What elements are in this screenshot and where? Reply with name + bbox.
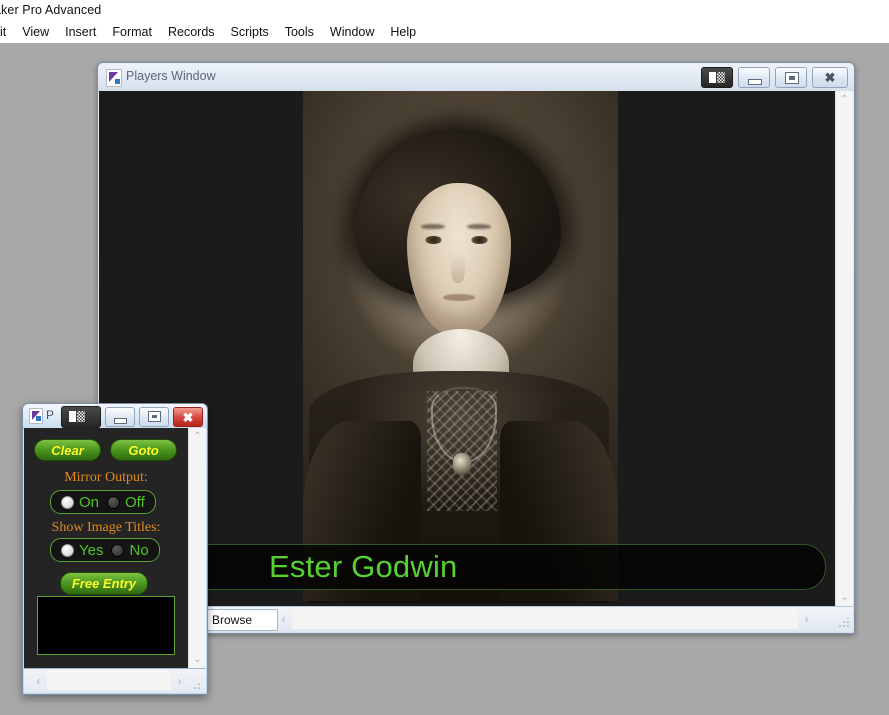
players-horizontal-scrollbar[interactable]: [292, 609, 798, 629]
restore-dual-button[interactable]: [701, 67, 733, 88]
menu-item-edit[interactable]: it: [0, 23, 14, 42]
minimize-button[interactable]: [105, 407, 135, 427]
players-window[interactable]: Players Window ✖ Ester Godwin ⌃ ⌄ Browse…: [97, 62, 855, 634]
free-entry-button[interactable]: Free Entry: [60, 572, 148, 595]
app-titlebar: aker Pro Advanced: [0, 0, 889, 21]
menu-items: it View Insert Format Records Scripts To…: [0, 21, 424, 43]
photo-eye-left: [425, 236, 442, 244]
photo-brow-left: [421, 224, 445, 229]
control-status-bar: ‹ ›: [24, 668, 206, 693]
hscroll-right-icon[interactable]: ›: [171, 671, 188, 690]
menu-item-format[interactable]: Format: [104, 23, 160, 42]
minimize-icon: [114, 418, 127, 424]
control-horizontal-scrollbar[interactable]: [47, 671, 171, 690]
filemaker-document-icon: [29, 408, 43, 424]
portrait-photo: [303, 91, 618, 603]
control-window-titlebar[interactable]: P ✖: [23, 404, 207, 429]
control-window[interactable]: P ✖ Clear Goto Mirror Output: On Off Sho…: [22, 403, 208, 695]
restore-dual-icon: [69, 411, 85, 422]
photo-eye-right: [471, 236, 488, 244]
mode-selector[interactable]: Browse: [206, 609, 278, 631]
control-window-controls: ✖: [61, 406, 203, 429]
photo-mouth: [443, 294, 475, 301]
maximize-button[interactable]: [775, 67, 807, 88]
menu-item-window[interactable]: Window: [322, 23, 382, 42]
players-window-title: Players Window: [126, 69, 216, 83]
scroll-down-icon[interactable]: ⌄: [836, 589, 853, 606]
hscroll-left-icon[interactable]: ‹: [275, 609, 292, 629]
close-icon: ✖: [182, 409, 194, 425]
resize-grip[interactable]: [193, 680, 203, 690]
players-window-titlebar[interactable]: Players Window ✖: [98, 63, 854, 92]
mirror-output-off-label: Off: [125, 493, 145, 511]
menu-item-view[interactable]: View: [14, 23, 57, 42]
hscroll-left-icon[interactable]: ‹: [30, 671, 47, 690]
players-content-area: Ester Godwin: [99, 91, 835, 606]
resize-grip[interactable]: [838, 618, 849, 629]
control-window-title: P: [46, 408, 55, 422]
app-title: aker Pro Advanced: [0, 3, 102, 17]
photo-pendant: [453, 453, 471, 475]
show-image-titles-option-no[interactable]: No: [111, 541, 149, 559]
mirror-output-option-on[interactable]: On: [61, 494, 99, 511]
restore-dual-button[interactable]: [61, 406, 101, 428]
scroll-down-icon[interactable]: ⌄: [189, 651, 206, 668]
scroll-up-icon[interactable]: ⌃: [836, 91, 853, 108]
radio-dot-icon: [61, 543, 74, 557]
maximize-button[interactable]: [139, 407, 169, 427]
menu-item-scripts[interactable]: Scripts: [223, 23, 277, 42]
restore-dual-icon: [709, 72, 725, 83]
action-button-row: Clear Goto: [34, 439, 177, 461]
scroll-up-icon[interactable]: ⌃: [189, 428, 206, 445]
show-image-titles-radio-group[interactable]: Yes No: [50, 538, 160, 562]
menu-item-records[interactable]: Records: [160, 23, 223, 42]
screen: aker Pro Advanced it View Insert Format …: [0, 0, 889, 715]
maximize-icon: [785, 72, 799, 84]
control-panel: Clear Goto Mirror Output: On Off Show Im…: [24, 428, 188, 668]
show-image-titles-option-yes[interactable]: Yes: [61, 542, 103, 559]
maximize-icon: [148, 411, 161, 422]
photo-nose: [451, 251, 465, 283]
close-icon: ✖: [824, 70, 836, 85]
menu-item-help[interactable]: Help: [382, 23, 424, 42]
radio-dot-icon: [107, 495, 121, 509]
players-vertical-scrollbar[interactable]: ⌃ ⌄: [835, 91, 853, 606]
mirror-output-on-label: On: [79, 493, 100, 511]
image-title-bar: Ester Godwin: [108, 544, 826, 590]
show-image-titles-label: Show Image Titles:: [51, 520, 161, 535]
mirror-output-option-off[interactable]: Off: [107, 494, 145, 511]
minimize-icon: [748, 79, 762, 85]
free-entry-field[interactable]: [37, 596, 175, 655]
show-image-titles-yes-label: Yes: [79, 541, 104, 559]
control-vertical-scrollbar[interactable]: ⌃ ⌄: [188, 428, 206, 668]
menubar: it View Insert Format Records Scripts To…: [0, 21, 889, 44]
mirror-output-radio-group[interactable]: On Off: [50, 490, 156, 514]
radio-dot-icon: [61, 495, 74, 509]
goto-button[interactable]: Goto: [110, 439, 177, 461]
clear-button[interactable]: Clear: [34, 439, 101, 461]
menu-item-insert[interactable]: Insert: [57, 23, 104, 42]
radio-dot-icon: [111, 543, 125, 557]
image-title-text: Ester Godwin: [269, 549, 458, 584]
photo-brow-right: [467, 224, 491, 229]
show-image-titles-no-label: No: [129, 541, 149, 559]
close-button[interactable]: ✖: [812, 67, 848, 88]
players-window-controls: ✖: [701, 67, 848, 88]
mirror-output-label: Mirror Output:: [64, 470, 148, 485]
players-status-bar: Browse ‹ ›: [99, 606, 853, 632]
hscroll-right-icon[interactable]: ›: [798, 609, 815, 629]
close-button[interactable]: ✖: [173, 407, 203, 427]
filemaker-document-icon: [106, 69, 122, 87]
menu-item-tools[interactable]: Tools: [277, 23, 322, 42]
minimize-button[interactable]: [738, 67, 770, 88]
